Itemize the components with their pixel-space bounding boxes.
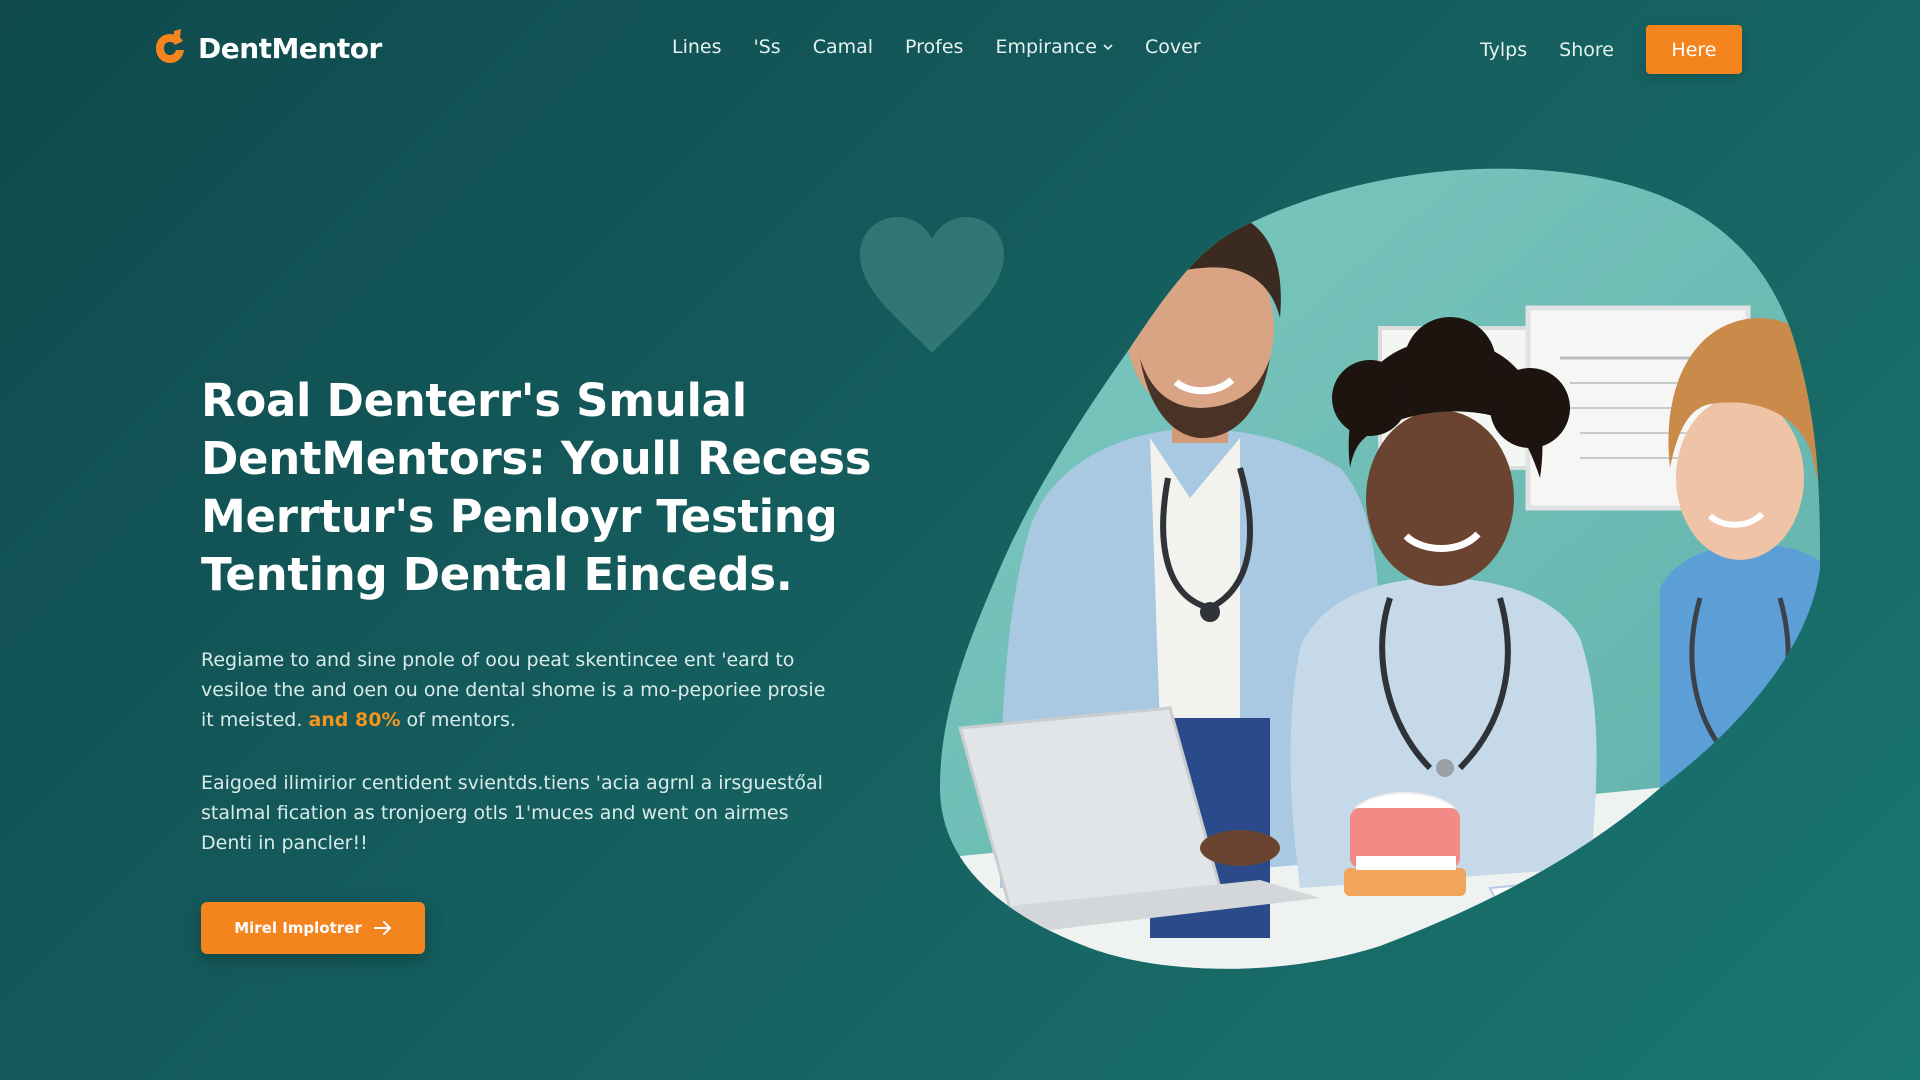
header-cta-button[interactable]: Here [1645,25,1742,74]
tooth-logo-icon [156,29,184,63]
arrow-right-icon [373,921,391,935]
nav-right: Tylps Shore Here [1480,25,1742,74]
dental-model-center [1344,792,1466,896]
nav-item-lines[interactable]: Lines [672,36,722,58]
hero-cta-button[interactable]: Mirel Implotrer [201,902,425,954]
hero-photo [940,168,1820,969]
chevron-down-icon [1103,44,1113,51]
photo-scene [940,168,1820,969]
hero-paragraph-1: Regiame to and sine pnole of oou peat sk… [201,645,841,735]
nav-item-profes[interactable]: Profes [905,36,963,58]
hero-title: Roal Denterr's Smulal DentMentors: Youll… [201,374,872,601]
hero-highlight-stat: and 80% [308,709,401,731]
nav-item-empirance-label: Empirance [995,36,1097,58]
nav-link-shore[interactable]: Shore [1559,39,1614,61]
site-header: DentMentor Lines 'Ss Camal Profes Empira… [0,0,1920,100]
hero-paragraph-1-suffix: of mentors. [406,709,516,731]
nav-item-empirance[interactable]: Empirance [995,36,1113,58]
nav-item-cover[interactable]: Cover [1145,36,1201,58]
hero-cta-label: Mirel Implotrer [234,919,362,937]
main-nav: Lines 'Ss Camal Profes Empirance Cover [672,36,1201,58]
nav-item-ss[interactable]: 'Ss [754,36,781,58]
nav-link-tylps[interactable]: Tylps [1480,39,1527,61]
nav-item-camal[interactable]: Camal [813,36,873,58]
hero-paragraph-2: Eaigoed ilimirior centident svientds.tie… [201,772,823,854]
brand-name: DentMentor [198,31,382,65]
dental-model-right [1680,794,1810,908]
brand-logo[interactable]: DentMentor [150,28,382,68]
person-woman-right [1660,318,1820,928]
